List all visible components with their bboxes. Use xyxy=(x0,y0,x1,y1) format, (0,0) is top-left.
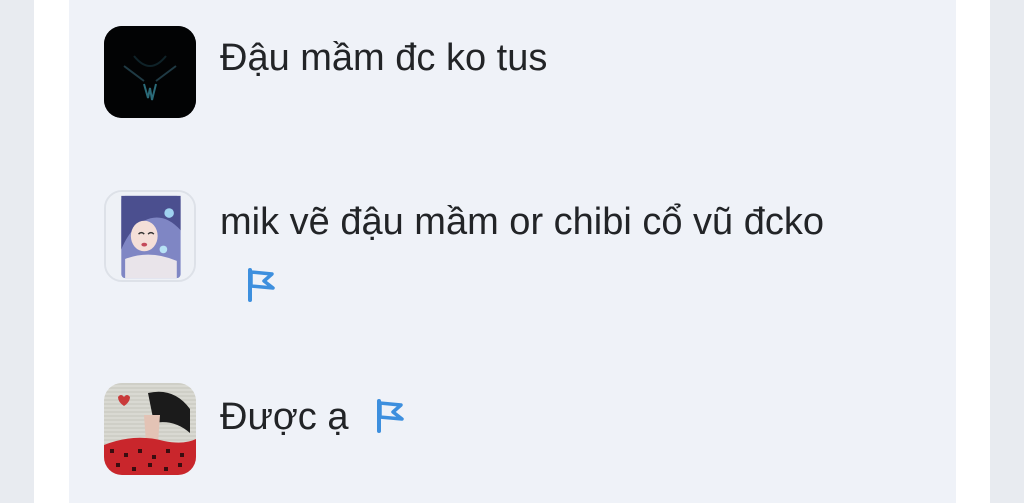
comment-item: Đậu mầm đc ko tus xyxy=(104,26,840,118)
comment-text: Đậu mầm đc ko tus xyxy=(220,37,548,79)
anime-girl-avatar-icon xyxy=(106,192,194,280)
avatar[interactable] xyxy=(104,383,196,475)
comment-text: Được ạ xyxy=(220,383,840,449)
comment-text-content: Được ạ xyxy=(220,396,349,438)
avatar[interactable] xyxy=(104,190,196,282)
red-plaid-avatar-icon xyxy=(104,383,196,475)
flag-icon[interactable] xyxy=(371,397,407,433)
dark-creature-avatar-icon xyxy=(104,26,196,118)
comment-text: mik vẽ đậu mầm or chibi cổ vũ đcko xyxy=(220,190,840,318)
flag-icon[interactable] xyxy=(242,266,278,302)
avatar[interactable] xyxy=(104,26,196,118)
comment-text-content: mik vẽ đậu mầm or chibi cổ vũ đcko xyxy=(220,201,825,243)
comment-item: mik vẽ đậu mầm or chibi cổ vũ đcko xyxy=(104,190,840,318)
comment-item: Được ạ xyxy=(104,383,840,475)
